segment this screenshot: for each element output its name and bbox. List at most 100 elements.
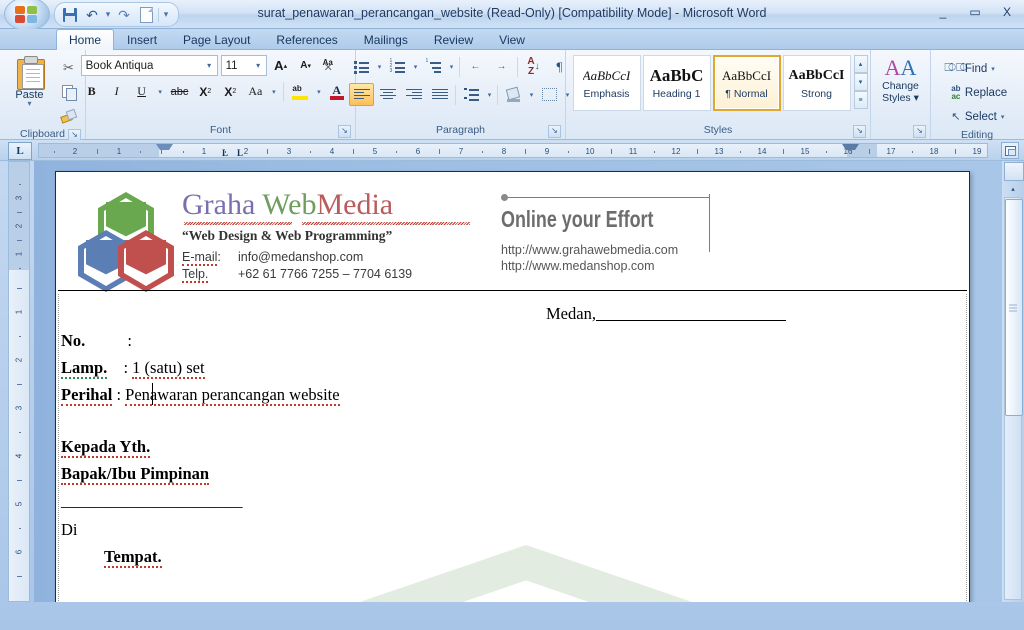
strikethrough-icon: abc (170, 85, 189, 98)
numbering-dropdown[interactable]: ▾ (411, 63, 420, 71)
italic-button[interactable]: I (106, 81, 128, 102)
horizontal-ruler[interactable]: 2 1 1 2 3 4 5 6 7 8 9 10 11 12 13 14 15 … (38, 143, 988, 158)
multilevel-list-button[interactable]: 1 (421, 55, 446, 78)
strikethrough-button[interactable]: abc (168, 81, 192, 102)
styles-more-button[interactable]: ≡ (853, 91, 868, 109)
vertical-scrollbar[interactable]: ▴ (1002, 161, 1024, 602)
new-document-button[interactable] (135, 5, 157, 24)
align-right-button[interactable] (401, 83, 426, 106)
new-document-icon (139, 6, 153, 23)
clear-formatting-button[interactable]: Aa ✕ (320, 55, 342, 76)
replace-button[interactable]: ab ac Replace (942, 81, 1012, 104)
minimize-button[interactable]: _ (932, 4, 954, 20)
scroll-up-button[interactable]: ▴ (1004, 181, 1022, 197)
styles-scroll-down-button[interactable]: ▾ (853, 73, 868, 91)
contact-info: E-mail: info@medanshop.com Telp. +62 61 77… (182, 249, 412, 283)
highlight-dropdown[interactable]: ▾ (314, 88, 323, 96)
company-tagline: “Web Design & Web Programming” (182, 228, 393, 243)
tab-stop-marker[interactable]: L (237, 149, 243, 158)
close-button[interactable]: X (996, 4, 1018, 20)
tab-references[interactable]: References (263, 29, 350, 50)
right-indent-marker[interactable] (842, 144, 859, 156)
increase-indent-button[interactable]: → (489, 55, 514, 78)
tab-stop-marker[interactable]: L (222, 149, 228, 158)
kepada-text: Kepada Yth. (61, 437, 151, 458)
view-ruler-toggle-button[interactable] (1004, 162, 1024, 181)
font-name-combo[interactable]: Book Antiqua ▾ (80, 55, 218, 76)
office-button[interactable] (4, 0, 50, 31)
decrease-indent-button[interactable]: ← (463, 55, 488, 78)
tab-mailings[interactable]: Mailings (351, 29, 421, 50)
change-styles-dialog-launcher[interactable]: ↘ (913, 125, 926, 138)
view-ruler-button[interactable] (1001, 142, 1019, 159)
shading-button[interactable] (501, 83, 526, 106)
multilevel-dropdown[interactable]: ▾ (447, 63, 456, 71)
tab-home[interactable]: Home (56, 29, 115, 50)
font-size-combo[interactable]: 11 ▾ (220, 55, 267, 76)
select-button[interactable]: ↖ Select ▾ (942, 105, 1012, 128)
align-left-button[interactable] (349, 83, 374, 106)
subscript-button[interactable]: X2 (194, 81, 216, 102)
styles-scroll-up-button[interactable]: ▴ (853, 55, 868, 73)
undo-dropdown[interactable]: ▾ (103, 5, 113, 24)
font-dialog-launcher[interactable]: ↘ (338, 125, 351, 138)
slogan-block: Online your Effort http://www.grahawebme… (499, 184, 757, 280)
change-styles-button[interactable]: AA Change Styles ▾ (872, 54, 930, 105)
scrollbar-thumb[interactable] (1005, 199, 1023, 416)
line-spacing-button[interactable] (459, 83, 484, 106)
pointer-glyph: ↖ (951, 111, 961, 123)
tab-page-layout[interactable]: Page Layout (170, 29, 263, 50)
change-case-button[interactable]: Aa (244, 81, 266, 102)
style-sample: AaBbCcI (721, 67, 772, 83)
sort-button[interactable]: A Z ↓ (521, 55, 546, 78)
redo-button[interactable]: ↷ (113, 5, 135, 24)
underline-dropdown[interactable]: ▾ (156, 88, 165, 96)
shrink-font-button[interactable]: A ▾ (295, 55, 317, 76)
bullets-button[interactable] (349, 55, 374, 78)
line-spacing-dropdown[interactable]: ▾ (485, 91, 494, 99)
tab-review[interactable]: Review (421, 29, 486, 50)
justify-button[interactable] (427, 83, 452, 106)
paste-button[interactable]: Paste ▾ (5, 54, 55, 108)
shading-dropdown[interactable]: ▾ (527, 91, 536, 99)
style-name: Heading 1 (652, 87, 701, 100)
divider (455, 84, 456, 105)
align-center-button[interactable] (375, 83, 400, 106)
maximize-button[interactable]: ▭ (964, 4, 986, 20)
style-strong[interactable]: AaBbCcI Strong (782, 55, 851, 111)
document-canvas[interactable]: Graha WebMedia “Web Design & Web Program… (34, 161, 1002, 602)
ribbon-group-editing: ⎄⎄ Find ▾ ab ac Replace ↖ Select ▾ Editi… (931, 50, 1023, 141)
document-page[interactable]: Graha WebMedia “Web Design & Web Program… (55, 171, 970, 602)
undo-button[interactable]: ↶ (81, 5, 103, 24)
increase-indent-icon: → (496, 61, 507, 72)
styles-dialog-launcher[interactable]: ↘ (853, 125, 866, 138)
bullets-dropdown[interactable]: ▾ (375, 63, 384, 71)
change-styles-a1: A (884, 55, 901, 80)
customize-quick-access-button[interactable]: ▾ (160, 5, 172, 24)
bold-button[interactable]: B (81, 81, 103, 102)
ribbon-group-clipboard: Paste ▾ ✂ Clipboard ↘ (0, 50, 86, 142)
underline-button[interactable]: U (131, 81, 153, 102)
group-label-text: Paragraph (435, 124, 486, 136)
office-logo-icon (14, 5, 40, 25)
di-line: Di (61, 520, 78, 539)
vertical-ruler[interactable]: 3 2 1 1 2 3 4 5 6 (8, 161, 30, 602)
lamp-line: Lamp. : 1 (satu) set (61, 358, 205, 379)
change-case-dropdown[interactable]: ▾ (269, 88, 278, 96)
text-highlight-button[interactable]: ab (289, 81, 311, 102)
numbering-button[interactable]: 123 (385, 55, 410, 78)
borders-button[interactable] (537, 83, 562, 106)
find-button[interactable]: ⎄⎄ Find ▾ (942, 57, 1012, 80)
change-styles-label-1: Change (882, 80, 919, 92)
grow-font-button[interactable]: A ▴ (270, 55, 292, 76)
tab-view[interactable]: View (486, 29, 538, 50)
style-heading-1[interactable]: AaBbC Heading 1 (642, 55, 711, 111)
style-emphasis[interactable]: AaBbCcI Emphasis (572, 55, 641, 111)
tab-stop-selector[interactable]: L (8, 142, 32, 160)
save-button[interactable] (59, 5, 81, 24)
hanging-indent-marker[interactable] (156, 151, 173, 157)
style-normal[interactable]: AaBbCcI ¶ Normal (712, 55, 781, 111)
paragraph-dialog-launcher[interactable]: ↘ (548, 125, 561, 138)
superscript-button[interactable]: X2 (219, 81, 241, 102)
tab-insert[interactable]: Insert (114, 29, 170, 50)
